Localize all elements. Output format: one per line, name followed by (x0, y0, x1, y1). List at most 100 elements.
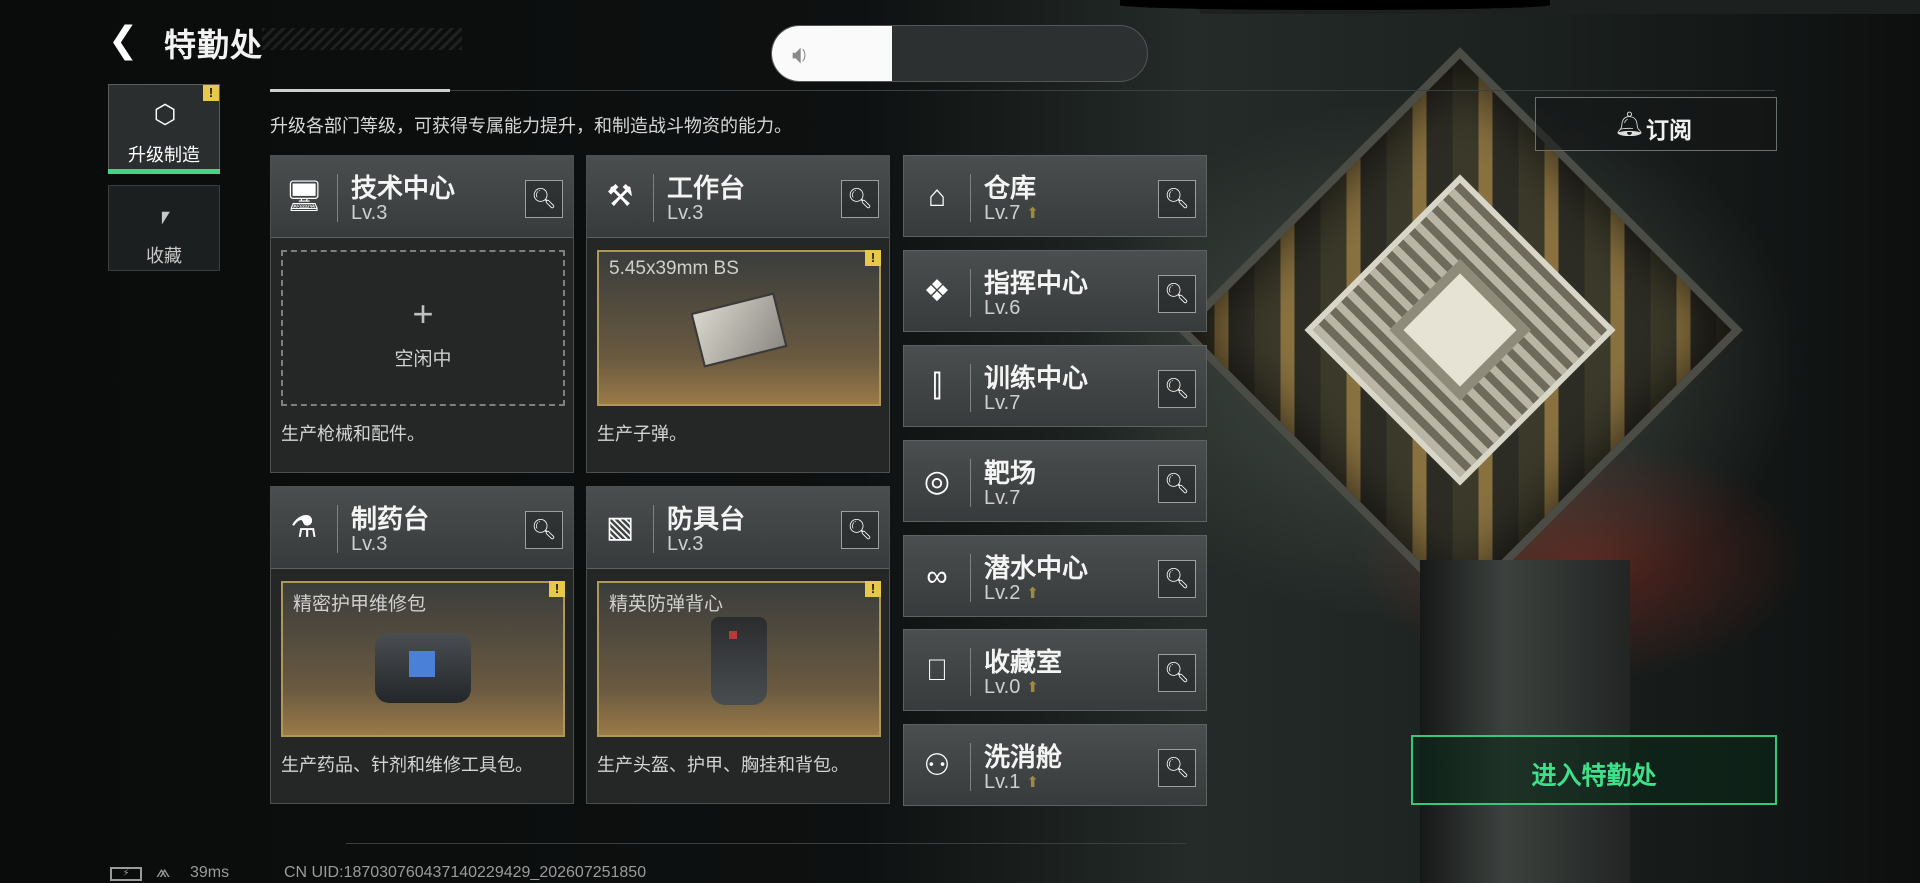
enter-special-ops-button[interactable]: 进入特勤处 (1411, 735, 1777, 805)
collection-icon: ⎖ (154, 200, 176, 230)
facility-name: 技术中心 (351, 173, 456, 203)
search-icon[interactable]: 🔍︎ (1158, 180, 1196, 218)
facility-row-shooting-range[interactable]: ◎ 靶场 Lv.7 🔍︎ (903, 440, 1207, 522)
upgrade-arrows-icon: ⬆︎ (1026, 773, 1039, 791)
warehouse-icon: ⌂ (927, 180, 947, 213)
facility-name: 工作台 (667, 173, 746, 203)
facility-level: Lv.7 (984, 392, 1021, 414)
facility-level: Lv.3 (667, 202, 704, 224)
card-description: 生产药品、针剂和维修工具包。 (281, 755, 533, 775)
training-center-icon: ⫿ (932, 370, 942, 403)
title-stripe (262, 28, 462, 50)
plus-icon: + (412, 293, 434, 334)
facility-level: Lv.3 (351, 533, 388, 555)
facility-name: 制药台 (351, 504, 430, 534)
search-icon[interactable]: 🔍︎ (1158, 465, 1196, 503)
facility-level: Lv.1 ⬆︎ (984, 771, 1039, 793)
search-icon[interactable]: 🔍︎ (841, 511, 879, 549)
alert-badge: ! (865, 581, 881, 597)
production-slot-item[interactable]: 精英防弹背心 ! (597, 581, 881, 737)
production-card-tech-center: 🖥︎ 技术中心 Lv.3 🔍︎ + 空闲中 生产枪械和配件。 (270, 155, 574, 473)
subscribe-button[interactable]: 🔔︎ 订阅 (1535, 97, 1777, 151)
decon-chamber-icon: ⚇ (923, 749, 951, 782)
production-card-workbench: ⚒ 工作台 Lv.3 🔍︎ 5.45x39mm BS ! 生产子弹。 (586, 155, 890, 473)
facility-row-diving-center[interactable]: ∞ 潜水中心 Lv.2 ⬆︎ 🔍︎ (903, 535, 1207, 617)
card-header: ▧ 防具台 Lv.3 🔍︎ (587, 487, 889, 569)
diving-center-icon: ∞ (926, 560, 948, 593)
facility-name: 洗消舱 (984, 742, 1063, 772)
search-icon[interactable]: 🔍︎ (841, 180, 879, 218)
search-icon[interactable]: 🔍︎ (1158, 275, 1196, 313)
divider (270, 90, 1775, 91)
upgrade-arrows-icon: ⬆︎ (1026, 678, 1039, 696)
search-icon[interactable]: 🔍︎ (525, 511, 563, 549)
facility-row-warehouse[interactable]: ⌂ 仓库 Lv.7 ⬆︎ 🔍︎ (903, 155, 1207, 237)
facility-name: 防具台 (667, 504, 746, 534)
cube-pillar (1420, 560, 1630, 883)
subscribe-label: 订阅 (1646, 117, 1692, 143)
facility-row-decon-chamber[interactable]: ⚇ 洗消舱 Lv.1 ⬆︎ 🔍︎ (903, 724, 1207, 806)
alert-badge: ! (549, 581, 565, 597)
production-slot-empty[interactable]: + 空闲中 (281, 250, 565, 406)
item-name: 精英防弹背心 (609, 594, 724, 615)
facility-name: 仓库 (984, 173, 1037, 203)
card-header: 🖥︎ 技术中心 Lv.3 🔍︎ (271, 156, 573, 238)
enter-button-label: 进入特勤处 (1531, 762, 1657, 790)
volume-slider[interactable]: 🔉︎ (771, 25, 1148, 82)
armor-bench-icon: ▧ (605, 511, 635, 544)
facility-level: Lv.0 ⬆︎ (984, 676, 1039, 698)
card-description: 生产头盔、护甲、胸挂和背包。 (597, 755, 849, 775)
vest-image (711, 617, 767, 705)
upgrade-craft-icon: ⬡ (153, 99, 177, 129)
production-card-armor-bench: ▧ 防具台 Lv.3 🔍︎ 精英防弹背心 ! 生产头盔、护甲、胸挂和背包。 (586, 486, 890, 804)
facility-name: 收藏室 (984, 647, 1063, 677)
facility-name: 靶场 (984, 458, 1037, 488)
production-slot-item[interactable]: 精密护甲维修包 ! (281, 581, 565, 737)
repair-kit-image (375, 633, 471, 703)
ping-value: 39ms (190, 864, 230, 881)
user-uid: CN UID:18703076043714022942​9_2026072518… (284, 864, 647, 881)
search-icon[interactable]: 🔍︎ (525, 180, 563, 218)
item-name: 精密护甲维修包 (293, 594, 427, 615)
search-icon[interactable]: 🔍︎ (1158, 560, 1196, 598)
search-icon[interactable]: 🔍︎ (1158, 370, 1196, 408)
tab-collection[interactable]: ⎖ 收藏 (108, 185, 220, 271)
facility-name: 指挥中心 (984, 268, 1089, 298)
facility-row-training-center[interactable]: ⫿ 训练中心 Lv.7 🔍︎ (903, 345, 1207, 427)
tab-upgrade-craft[interactable]: ⬡ 升级制造 ! (108, 84, 220, 174)
facility-level: Lv.3 (351, 202, 388, 224)
workbench-icon: ⚒ (606, 180, 634, 213)
card-description: 生产枪械和配件。 (281, 424, 425, 444)
facility-level: Lv.2 ⬆︎ (984, 582, 1039, 604)
tab-label: 升级制造 (128, 145, 200, 165)
tab-label: 收藏 (146, 246, 182, 266)
back-arrow-icon[interactable]: ❮ (108, 22, 142, 58)
volume-fill (772, 26, 892, 81)
battery-icon: ⚡ (110, 867, 142, 881)
collection-room-icon: ⎕ (928, 654, 946, 687)
alert-badge: ! (203, 85, 219, 101)
search-icon[interactable]: 🔍︎ (1158, 654, 1196, 692)
facility-level: Lv.6 (984, 297, 1021, 319)
facility-name: 潜水中心 (984, 553, 1089, 583)
facility-name: 训练中心 (984, 363, 1089, 393)
upgrade-arrows-icon: ⬆︎ (1026, 204, 1039, 222)
facility-level: Lv.7 ⬆︎ (984, 202, 1039, 224)
page-subtitle: 升级各部门等级，可获得专属能力提升，和制造战斗物资的能力。 (270, 116, 792, 136)
pharmacy-icon: ⚗ (290, 511, 318, 544)
idle-label: 空闲中 (394, 349, 452, 370)
upgrade-arrows-icon: ⬆︎ (1026, 584, 1039, 602)
wifi-icon: ⩕ (156, 861, 171, 881)
card-header: ⚗ 制药台 Lv.3 🔍︎ (271, 487, 573, 569)
facility-level: Lv.7 (984, 487, 1021, 509)
page-title: 特勤处 (164, 27, 264, 63)
facility-row-collection-room[interactable]: ⎕ 收藏室 Lv.0 ⬆︎ 🔍︎ (903, 629, 1207, 711)
bell-icon: 🔔︎ (1614, 111, 1645, 138)
shooting-range-icon: ◎ (923, 465, 951, 498)
production-slot-item[interactable]: 5.45x39mm BS ! (597, 250, 881, 406)
facility-row-command-center[interactable]: ❖ 指挥中心 Lv.6 🔍︎ (903, 250, 1207, 332)
search-icon[interactable]: 🔍︎ (1158, 749, 1196, 787)
production-card-pharmacy: ⚗ 制药台 Lv.3 🔍︎ 精密护甲维修包 ! 生产药品、针剂和维修工具包。 (270, 486, 574, 804)
card-header: ⚒ 工作台 Lv.3 🔍︎ (587, 156, 889, 238)
bottom-divider (346, 843, 1186, 844)
